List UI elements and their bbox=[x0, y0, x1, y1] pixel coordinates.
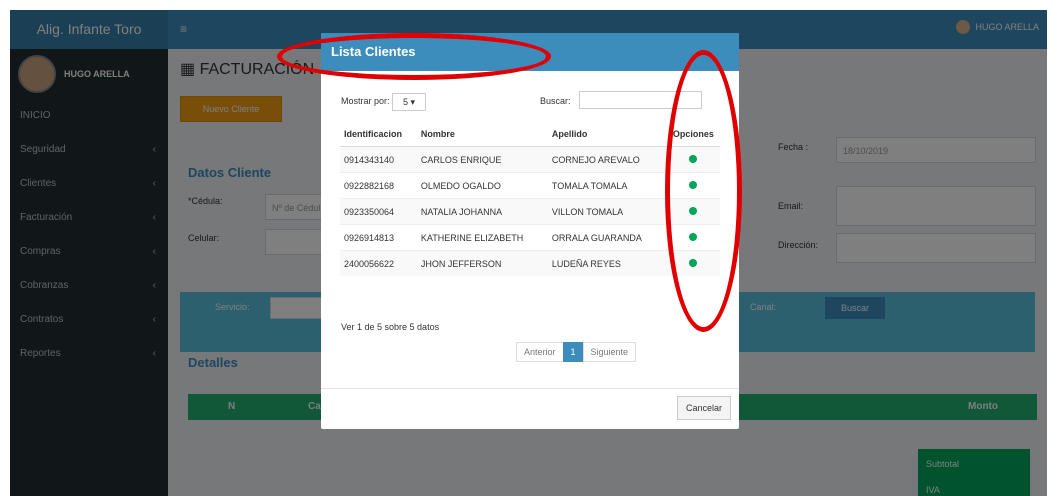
clients-table: Identificacion Nombre Apellido Opciones … bbox=[340, 122, 720, 276]
cell-id: 0926914813 bbox=[340, 224, 417, 251]
cell-apellido: LUDEÑA REYES bbox=[547, 250, 664, 276]
col-nombre[interactable]: Nombre bbox=[416, 122, 548, 147]
page-size-select[interactable]: 5 ▾ bbox=[392, 92, 427, 111]
search-label: Buscar: bbox=[540, 96, 571, 106]
table-row: 2400056622 JHON JEFFERSON LUDEÑA REYES bbox=[340, 250, 720, 276]
col-identificacion[interactable]: Identificacion bbox=[340, 122, 417, 147]
table-row: 0914343140 CARLOS ENRIQUE CORNEJO AREVAL… bbox=[340, 146, 720, 173]
cell-nombre: NATALIA JOHANNA bbox=[416, 198, 548, 225]
cell-nombre: KATHERINE ELIZABETH bbox=[416, 224, 548, 251]
cancel-button[interactable]: Cancelar bbox=[676, 396, 731, 420]
cell-apellido: VILLON TOMALA bbox=[547, 198, 664, 225]
table-row: 0926914813 KATHERINE ELIZABETH ORRALA GU… bbox=[340, 224, 720, 251]
cell-apellido: CORNEJO AREVALO bbox=[547, 146, 664, 173]
table-info: Ver 1 de 5 sobre 5 datos bbox=[341, 322, 440, 332]
prev-page-button[interactable]: Anterior bbox=[516, 342, 564, 362]
page-1-button[interactable]: 1 bbox=[562, 342, 584, 362]
cell-apellido: TOMALA TOMALA bbox=[547, 172, 664, 199]
show-entries: Mostrar por: 5 ▾ bbox=[341, 91, 427, 111]
next-page-button[interactable]: Siguiente bbox=[582, 342, 637, 362]
cell-id: 2400056622 bbox=[340, 250, 417, 276]
cell-id: 0922882168 bbox=[340, 172, 417, 199]
pagination: Anterior 1 Siguiente bbox=[516, 342, 637, 362]
cell-apellido: ORRALA GUARANDA bbox=[547, 224, 664, 251]
cell-nombre: OLMEDO OGALDO bbox=[416, 172, 548, 199]
modal-footer: Cancelar bbox=[321, 388, 739, 429]
highlight-circle-options bbox=[665, 50, 742, 332]
cell-id: 0923350064 bbox=[340, 198, 417, 225]
table-row: 0922882168 OLMEDO OGALDO TOMALA TOMALA bbox=[340, 172, 720, 199]
show-label: Mostrar por: bbox=[341, 96, 390, 106]
highlight-circle-title bbox=[277, 33, 551, 80]
cell-nombre: CARLOS ENRIQUE bbox=[416, 146, 548, 173]
table-row: 0923350064 NATALIA JOHANNA VILLON TOMALA bbox=[340, 198, 720, 225]
app-frame: Alig. Infante Toro ≡ HUGO ARELLA HUGO AR… bbox=[10, 10, 1047, 496]
page-size-value: 5 bbox=[403, 96, 409, 107]
cell-id: 0914343140 bbox=[340, 146, 417, 173]
cell-nombre: JHON JEFFERSON bbox=[416, 250, 548, 276]
col-apellido[interactable]: Apellido bbox=[547, 122, 664, 147]
